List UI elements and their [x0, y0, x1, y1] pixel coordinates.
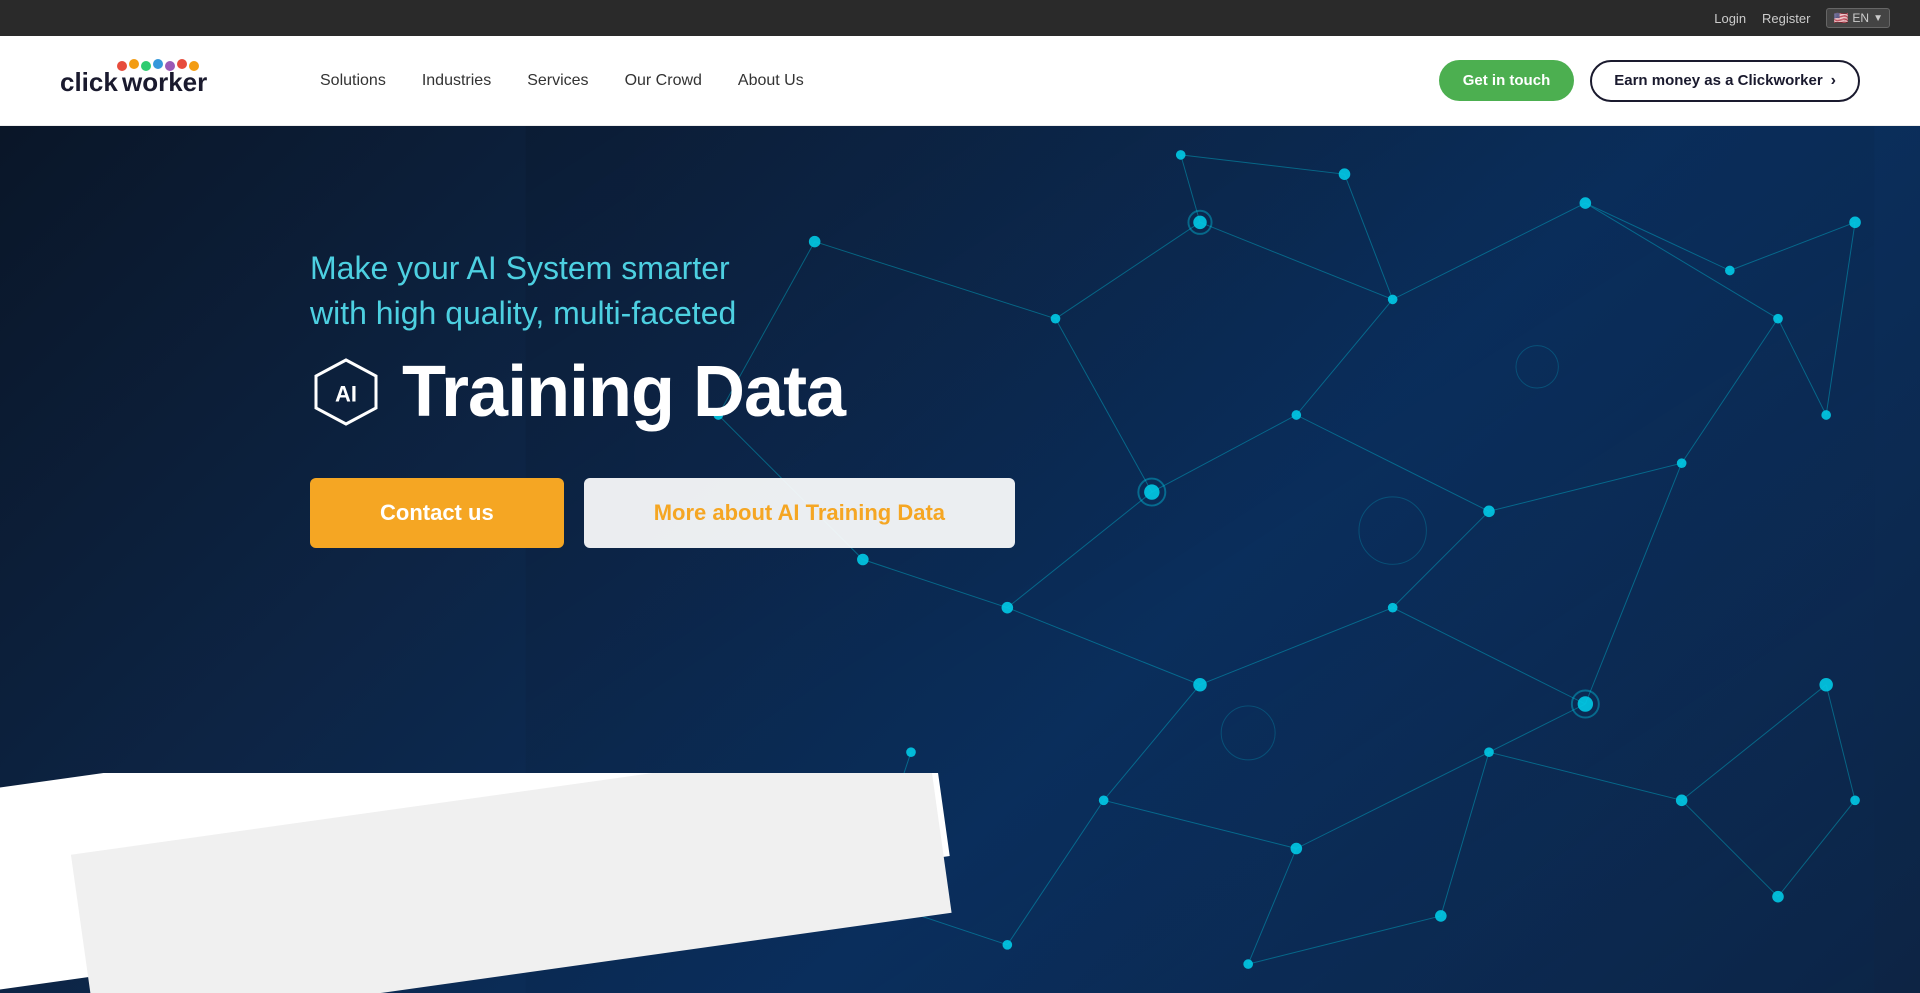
chevron-down-icon: ▼ — [1873, 13, 1883, 24]
login-link[interactable]: Login — [1714, 11, 1746, 26]
lang-label: EN — [1852, 11, 1869, 25]
hero-subtitle-line1: Make your AI System smarter — [310, 250, 730, 286]
hero-title-wrap: AI Training Data — [310, 356, 1015, 428]
top-bar: Login Register 🇺🇸 EN ▼ — [0, 0, 1920, 36]
register-link[interactable]: Register — [1762, 11, 1810, 26]
nav-services[interactable]: Services — [527, 68, 588, 94]
svg-text:worker: worker — [121, 67, 207, 97]
hero-subtitle: Make your AI System smarter with high qu… — [310, 246, 1015, 336]
get-in-touch-button[interactable]: Get in touch — [1439, 60, 1575, 101]
flag-icon: 🇺🇸 — [1833, 11, 1848, 25]
chevron-right-icon: › — [1831, 72, 1836, 90]
nav-links: Solutions Industries Services Our Crowd … — [320, 68, 1439, 94]
svg-text:click: click — [60, 67, 118, 97]
ai-hexagon-icon: AI — [310, 356, 382, 428]
navbar: click worker Solutions Industries Servic… — [0, 36, 1920, 126]
nav-about-us[interactable]: About Us — [738, 68, 804, 94]
svg-text:AI: AI — [335, 381, 357, 406]
hero-title: Training Data — [402, 356, 845, 428]
hero-section: Make your AI System smarter with high qu… — [0, 126, 1920, 993]
more-about-button[interactable]: More about AI Training Data — [584, 478, 1015, 548]
earn-money-button[interactable]: Earn money as a Clickworker › — [1590, 60, 1860, 102]
language-selector[interactable]: 🇺🇸 EN ▼ — [1826, 8, 1890, 28]
hero-buttons: Contact us More about AI Training Data — [310, 478, 1015, 548]
nav-solutions[interactable]: Solutions — [320, 68, 386, 94]
logo-svg: click worker — [60, 56, 260, 106]
nav-our-crowd[interactable]: Our Crowd — [625, 68, 702, 94]
hero-bottom-decoration — [0, 773, 1920, 993]
nav-industries[interactable]: Industries — [422, 68, 491, 94]
logo[interactable]: click worker — [60, 56, 260, 106]
hero-content: Make your AI System smarter with high qu… — [310, 246, 1015, 548]
contact-us-button[interactable]: Contact us — [310, 478, 564, 548]
hero-subtitle-line2: with high quality, multi-faceted — [310, 295, 736, 331]
earn-label: Earn money as a Clickworker — [1614, 72, 1822, 89]
